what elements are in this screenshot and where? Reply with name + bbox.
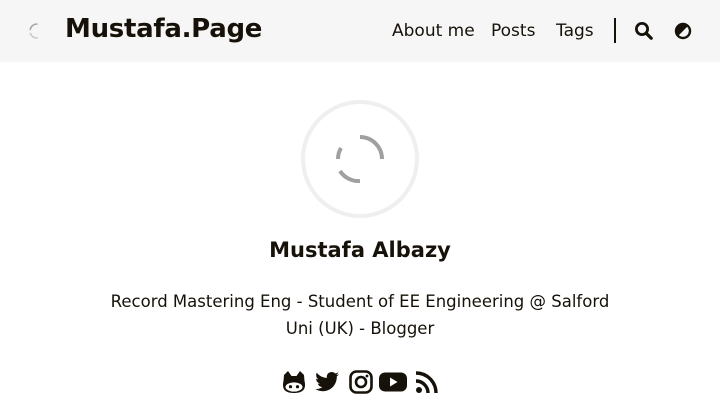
author-name: Mustafa Albazy <box>269 238 451 262</box>
rss-link[interactable] <box>413 368 441 396</box>
youtube-icon <box>379 372 407 392</box>
author-bio: Record Mastering Eng - Student of EE Eng… <box>110 292 610 338</box>
avatar <box>301 100 419 218</box>
youtube-link[interactable] <box>378 368 407 396</box>
twitter-icon <box>315 371 340 392</box>
loading-spinner-icon <box>29 23 38 39</box>
nav-divider <box>614 18 616 43</box>
instagram-icon <box>349 370 373 394</box>
github-link[interactable] <box>280 368 308 396</box>
nav-item-posts[interactable]: Posts <box>491 21 535 41</box>
rss-icon <box>415 371 438 394</box>
instagram-link[interactable] <box>347 368 375 396</box>
navbar: Mustafa.Page About me Posts Tags <box>0 0 720 62</box>
search-icon <box>635 22 653 40</box>
social-links <box>280 368 440 396</box>
github-icon <box>283 371 305 393</box>
search-button[interactable] <box>634 21 654 41</box>
twitter-link[interactable] <box>313 368 341 396</box>
theme-toggle-button[interactable] <box>673 21 693 41</box>
theme-toggle-icon <box>674 22 692 40</box>
nav-item-about-me[interactable]: About me <box>392 21 475 41</box>
nav-item-tags[interactable]: Tags <box>556 21 594 41</box>
site-title-link[interactable]: Mustafa.Page <box>65 14 262 44</box>
